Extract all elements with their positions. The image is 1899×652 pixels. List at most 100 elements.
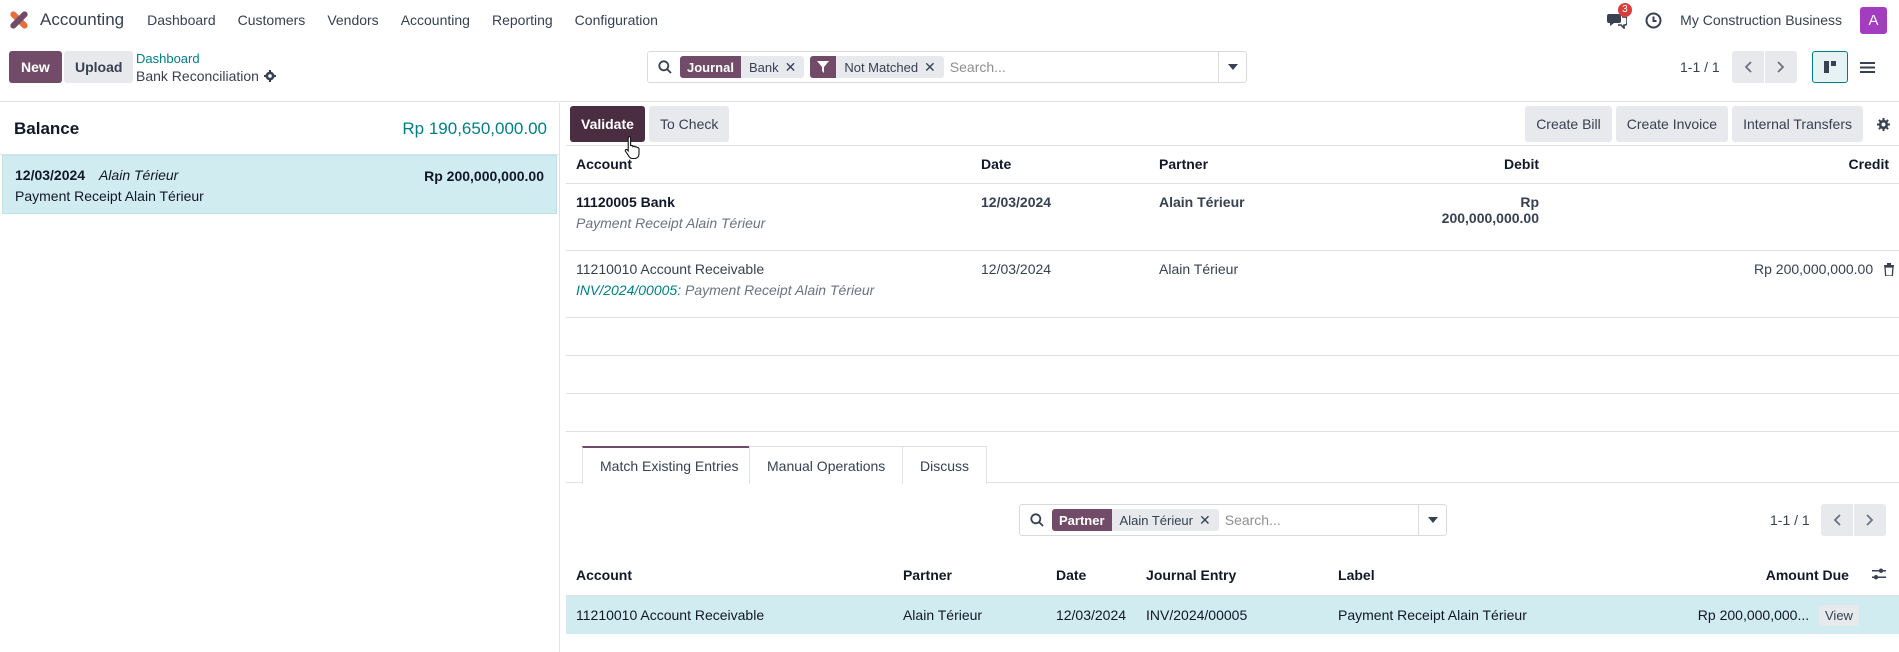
menu-dashboard[interactable]: Dashboard [136,12,227,28]
line-date: 12/03/2024 [971,250,1149,318]
empty-row [566,393,1899,432]
internal-transfers-button[interactable]: Internal Transfers [1732,106,1863,142]
gear-icon [1876,117,1890,131]
kanban-view-button[interactable] [1812,51,1848,83]
create-bill-button[interactable]: Create Bill [1525,106,1612,142]
match-account: 11210010 Account Receivable [566,595,893,634]
pager-next-button[interactable] [1765,51,1797,83]
user-avatar[interactable]: A [1860,6,1887,34]
sliders-icon [1871,568,1886,580]
create-invoice-button[interactable]: Create Invoice [1615,106,1729,142]
match-search-bar: Partner Alain Térieur ✕ [1019,504,1447,536]
match-partner: Alain Térieur [892,595,1046,634]
match-amount-due: Rp 200,000,000... [1697,606,1810,623]
remove-facet-close-icon[interactable]: ✕ [785,59,805,76]
facet-journal: Journal Bank ✕ [680,56,805,78]
invoice-link[interactable]: INV/2024/00005: [576,282,681,298]
view-button[interactable]: View [1819,604,1859,626]
col-label: Label [1328,556,1558,596]
menu-accounting[interactable]: Accounting [390,12,481,28]
kanban-view-icon [1824,61,1836,73]
messages-icon[interactable]: 3 [1607,3,1632,29]
facet-label: Partner [1052,509,1112,531]
notebook-tabs: Match Existing Entries Manual Operations… [566,440,1899,484]
match-date: 12/03/2024 [1045,595,1137,634]
line-date: 12/03/2024 [971,183,1149,251]
message-count-badge: 3 [1618,3,1632,17]
pager-value[interactable]: 1-1 / 1 [1680,59,1720,75]
new-button[interactable]: New [9,51,62,83]
balance-label: Balance [14,118,80,138]
col-partner: Partner [1149,146,1419,184]
match-pager-next-button[interactable] [1854,504,1886,536]
gear-icon[interactable] [263,70,276,82]
pager-previous-button[interactable] [1732,51,1764,83]
search-icon [658,60,672,74]
statement-lines-panel: Balance Rp 190,650,000.00 12/03/2024 Ala… [0,103,560,652]
line-account: 11120005 Bank [576,193,675,210]
statement-line-partner: Alain Térieur [98,167,179,183]
match-label: Payment Receipt Alain Térieur [1328,595,1558,634]
upload-button[interactable]: Upload [64,51,134,83]
table-row[interactable]: 11210010 Account Receivable Alain Térieu… [566,595,1899,634]
search-input[interactable] [949,59,1218,75]
search-icon [1030,513,1044,527]
match-search-options-toggle[interactable] [1418,505,1446,535]
company-switcher[interactable]: My Construction Business [1680,12,1842,28]
facet-value: Alain Térieur [1119,512,1193,528]
table-row[interactable]: 11210010 Account Receivable INV/2024/000… [566,250,1899,318]
list-view-button[interactable] [1849,51,1885,83]
chevron-right-icon [1777,61,1785,73]
line-debit [1419,250,1549,318]
activity-clock-icon[interactable] [1645,12,1662,29]
match-search-input[interactable] [1224,512,1418,528]
match-pager-value[interactable]: 1-1 / 1 [1770,512,1810,528]
to-check-button[interactable]: To Check [649,106,730,142]
line-credit [1549,183,1899,251]
statement-line-card[interactable]: 12/03/2024 Alain Térieur Rp 200,000,000.… [2,155,557,214]
col-date: Date [1045,556,1137,596]
line-label: Payment Receipt Alain Térieur [681,281,875,298]
col-journal-entry: Journal Entry [1136,556,1329,596]
breadcrumb-current: Bank Reconciliation [136,68,259,84]
menu-reporting[interactable]: Reporting [481,12,564,28]
col-debit: Debit [1419,146,1549,184]
optional-columns-toggle[interactable] [1858,556,1899,596]
menu-customers[interactable]: Customers [227,12,317,28]
empty-row [566,355,1899,394]
tab-manual-operations[interactable]: Manual Operations [749,446,904,484]
mouse-hand-cursor-icon [624,135,640,159]
app-brand[interactable]: Accounting [0,9,124,31]
toolbar-settings-button[interactable] [1867,117,1899,131]
tab-discuss[interactable]: Discuss [902,446,988,484]
odoo-app-icon [8,9,30,31]
breadcrumb-dashboard-link[interactable]: Dashboard [136,51,276,67]
balance-value: Rp 190,650,000.00 [402,118,547,138]
menu-vendors[interactable]: Vendors [316,12,389,28]
filter-icon [810,56,837,78]
lines-table-header: Account Date Partner Debit Credit [566,146,1899,184]
chevron-right-icon [1866,514,1874,526]
control-panel: New Upload Dashboard Bank Reconciliation… [0,40,1899,102]
balance-row: Balance Rp 190,650,000.00 [0,103,559,155]
facet-value: Bank [748,59,779,75]
menu-configuration[interactable]: Configuration [564,12,669,28]
reconciliation-lines-table: Account Date Partner Debit Credit 111200… [566,146,1899,432]
reconciliation-panel: Validate To Check Create Bill Create Inv… [566,103,1899,652]
match-table-header: Account Partner Date Journal Entry Label… [566,556,1899,596]
remove-facet-close-icon[interactable]: ✕ [924,59,944,76]
match-entries-table: Account Partner Date Journal Entry Label… [566,556,1899,634]
statement-line-date: 12/03/2024 [15,167,86,183]
col-date: Date [971,146,1149,184]
tab-match-existing-entries[interactable]: Match Existing Entries [582,446,757,484]
search-options-toggle[interactable] [1218,52,1246,82]
remove-facet-close-icon[interactable]: ✕ [1199,512,1219,529]
breadcrumb: Dashboard Bank Reconciliation [136,51,276,85]
reconciliation-toolbar: Validate To Check Create Bill Create Inv… [566,103,1899,159]
table-row[interactable]: 11120005 Bank Payment Receipt Alain Téri… [566,183,1899,251]
chevron-left-icon [1744,61,1752,73]
match-pager-previous-button[interactable] [1821,504,1853,536]
line-partner: Alain Térieur [1149,250,1419,318]
line-account: 11210010 Account Receivable [576,260,765,277]
trash-icon[interactable] [1883,262,1895,277]
